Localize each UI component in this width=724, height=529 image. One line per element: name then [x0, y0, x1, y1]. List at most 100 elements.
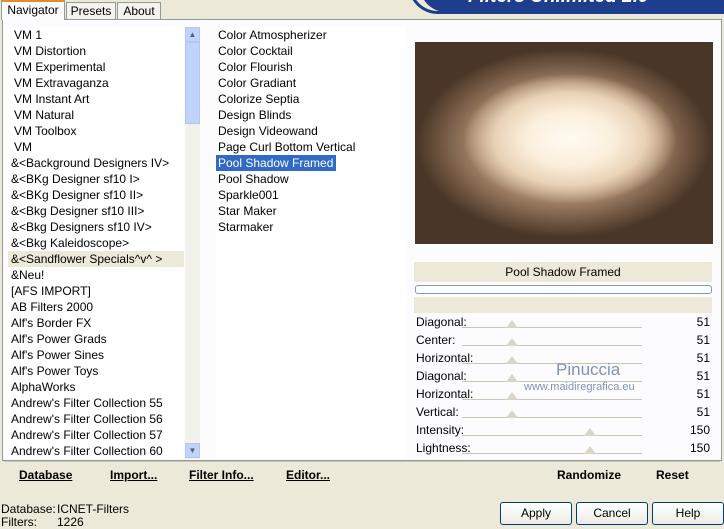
- slider-label: Center:: [416, 333, 456, 347]
- category-item[interactable]: Alf's Border FX: [8, 315, 184, 331]
- category-item[interactable]: [AFS IMPORT]: [8, 283, 184, 299]
- slider-track[interactable]: [462, 453, 642, 454]
- slider-value: 150: [689, 423, 710, 437]
- filter-item[interactable]: Color Gradiant: [216, 75, 299, 91]
- status-filters-value: 1226: [57, 515, 84, 529]
- category-item[interactable]: &<BKg Designer sf10 I>: [8, 171, 184, 187]
- filter-item[interactable]: Page Curl Bottom Vertical: [216, 139, 358, 155]
- reset-button[interactable]: Reset: [656, 468, 689, 482]
- category-item[interactable]: &<Sandflower Specials^v^ >: [8, 251, 184, 267]
- slider-row: Lightness: 150: [414, 440, 712, 458]
- status-database-value: ICNET-Filters: [57, 502, 129, 516]
- category-item[interactable]: &Neu!: [8, 267, 184, 283]
- slider-track[interactable]: [462, 345, 642, 346]
- slider-thumb[interactable]: [506, 356, 518, 364]
- slider-thumb[interactable]: [506, 392, 518, 400]
- slider-row: Vertical: 51: [414, 404, 712, 422]
- slider-thumb[interactable]: [506, 410, 518, 418]
- tab-presets[interactable]: Presets: [66, 2, 116, 19]
- slider-value: 51: [696, 315, 710, 329]
- filter-item[interactable]: Design Blinds: [216, 107, 294, 123]
- slider-label: Diagonal:: [416, 369, 467, 383]
- filter-item[interactable]: Pool Shadow Framed: [216, 155, 337, 171]
- slider-value: 51: [696, 387, 710, 401]
- filter-item[interactable]: Color Atmospherizer: [216, 27, 330, 43]
- category-item[interactable]: &<Bkg Designer sf10 III>: [8, 203, 184, 219]
- category-item[interactable]: VM Toolbox: [8, 123, 184, 139]
- status-database-label: Database:: [1, 502, 56, 516]
- filter-item[interactable]: Color Cocktail: [216, 43, 296, 59]
- category-item[interactable]: Alf's Power Sines: [8, 347, 184, 363]
- filter-item[interactable]: Starmaker: [216, 219, 276, 235]
- apply-button[interactable]: Apply: [500, 502, 572, 525]
- filter-item[interactable]: Pool Shadow: [216, 171, 292, 187]
- slider-row: Diagonal: 51: [414, 314, 712, 332]
- category-item[interactable]: VM Natural: [8, 107, 184, 123]
- tab-about[interactable]: About: [117, 2, 161, 19]
- slider-value: 51: [696, 333, 710, 347]
- slider-value: 150: [689, 441, 710, 455]
- filter-preview-image: [415, 42, 713, 244]
- category-item[interactable]: Alf's Power Grads: [8, 331, 184, 347]
- divider: [414, 297, 712, 313]
- category-item[interactable]: &<Bkg Kaleidoscope>: [8, 235, 184, 251]
- slider-track[interactable]: [462, 417, 642, 418]
- scrollbar-thumb[interactable]: [185, 42, 200, 124]
- slider-track[interactable]: [462, 399, 642, 400]
- slider-value: 51: [696, 405, 710, 419]
- category-item[interactable]: VM Instant Art: [8, 91, 184, 107]
- slider-label: Intensity:: [416, 423, 465, 437]
- category-item[interactable]: Andrew's Filter Collection 55: [8, 395, 184, 411]
- slider-label: Vertical:: [416, 405, 459, 419]
- category-item[interactable]: AB Filters 2000: [8, 299, 184, 315]
- slider-label: Diagonal:: [416, 315, 467, 329]
- category-item[interactable]: &<Bkg Designers sf10 IV>: [8, 219, 184, 235]
- category-item[interactable]: Andrew's Filter Collection 60: [8, 443, 184, 459]
- tab-bar: Navigator Presets About: [0, 0, 724, 20]
- slider-thumb[interactable]: [506, 320, 518, 328]
- slider-track[interactable]: [462, 327, 642, 328]
- category-item[interactable]: VM: [8, 139, 184, 155]
- import-button[interactable]: Import...: [110, 468, 157, 482]
- tab-navigator[interactable]: Navigator: [1, 0, 65, 20]
- category-item[interactable]: VM Extravaganza: [8, 75, 184, 91]
- slider-thumb[interactable]: [506, 338, 518, 346]
- database-button[interactable]: Database: [19, 468, 72, 482]
- category-item[interactable]: Andrew's Filter Collection 56: [8, 411, 184, 427]
- slider-thumb[interactable]: [584, 446, 596, 454]
- scroll-down-button[interactable]: ▼: [185, 443, 200, 458]
- slider-thumb[interactable]: [506, 374, 518, 382]
- category-list[interactable]: VM 1 VM Distortion VM Experimental VM Extra…: [8, 27, 184, 459]
- slider-thumb[interactable]: [584, 428, 596, 436]
- category-item[interactable]: &<BKg Designer sf10 II>: [8, 187, 184, 203]
- cancel-button[interactable]: Cancel: [576, 502, 648, 525]
- category-item[interactable]: VM Experimental: [8, 59, 184, 75]
- filter-list[interactable]: Color Atmospherizer Color Cocktail Color F…: [216, 27, 406, 459]
- filter-name-bar: Pool Shadow Framed: [414, 262, 712, 282]
- slider-value: 51: [696, 369, 710, 383]
- category-item[interactable]: &<Background Designers IV>: [8, 155, 184, 171]
- filter-item[interactable]: Colorize Septia: [216, 91, 302, 107]
- slider-value: 51: [696, 351, 710, 365]
- filter-item[interactable]: Color Flourish: [216, 59, 296, 75]
- filter-item[interactable]: Star Maker: [216, 203, 280, 219]
- category-item[interactable]: AlphaWorks: [8, 379, 184, 395]
- category-item[interactable]: VM 1: [8, 27, 184, 43]
- slider-row: Center: 51: [414, 332, 712, 350]
- slider-row: Intensity: 150: [414, 422, 712, 440]
- filter-item[interactable]: Sparkle001: [216, 187, 282, 203]
- category-item[interactable]: Alf's Power Toys: [8, 363, 184, 379]
- selected-filter-name: Pool Shadow Framed: [505, 265, 621, 279]
- watermark-name: Pinuccia: [556, 360, 621, 379]
- scroll-up-button[interactable]: ▲: [185, 27, 200, 42]
- filter-item[interactable]: Design Videowand: [216, 123, 321, 139]
- editor-button[interactable]: Editor...: [286, 468, 330, 482]
- randomize-button[interactable]: Randomize: [557, 468, 621, 482]
- progress-bar: [415, 285, 712, 294]
- category-item[interactable]: VM Distortion: [8, 43, 184, 59]
- category-scrollbar[interactable]: ▲ ▼: [185, 27, 200, 459]
- slider-track[interactable]: [462, 435, 642, 436]
- category-item[interactable]: Andrew's Filter Collection 57: [8, 427, 184, 443]
- filter-info-button[interactable]: Filter Info...: [189, 468, 254, 482]
- help-button[interactable]: Help: [652, 502, 724, 525]
